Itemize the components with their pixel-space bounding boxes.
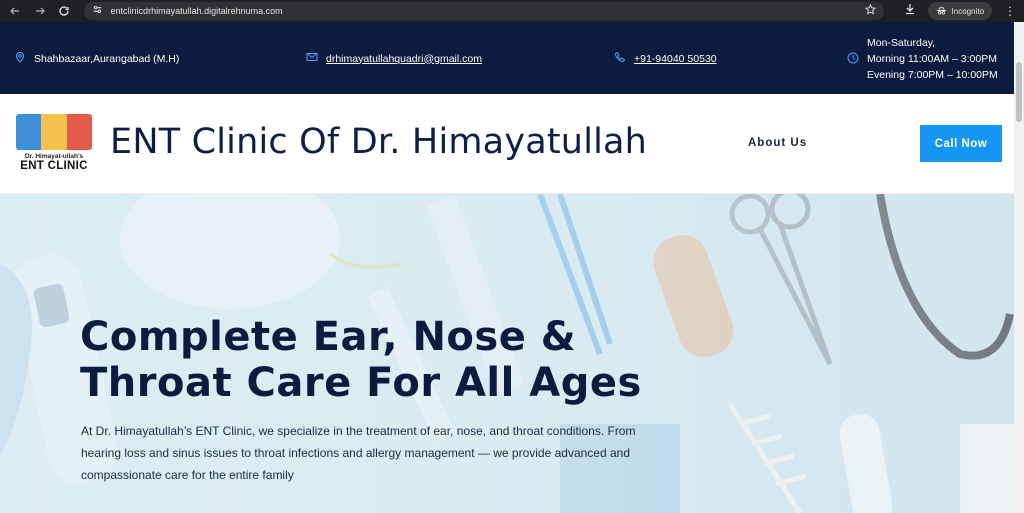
contact-info-bar: Shahbazaar,Aurangabad (M.H) drhimayatull… [0, 22, 1024, 94]
clock-icon [847, 52, 859, 67]
hours-days: Mon-Saturday, [867, 37, 936, 49]
email-link[interactable]: drhimayatullahquadri@gmail.com [326, 53, 482, 65]
scrollbar-thumb[interactable] [1016, 62, 1022, 122]
location-pin-icon [14, 51, 26, 66]
back-icon[interactable] [8, 3, 23, 19]
call-now-button[interactable]: Call Now [920, 125, 1002, 162]
site-info-icon[interactable] [92, 2, 103, 20]
hours-item: Mon-Saturday, Morning 11:00AM – 3:00PM E… [847, 35, 998, 83]
page-scrollbar[interactable] [1014, 22, 1024, 513]
hours-text: Mon-Saturday, Morning 11:00AM – 3:00PM E… [867, 35, 998, 83]
hero-description: At Dr. Himayatullah’s ENT Clinic, we spe… [81, 424, 636, 482]
hero-section: Complete Ear, Nose & Throat Care For All… [0, 194, 1024, 513]
logo-subtitle: Dr. Himayat-ullah's [24, 153, 84, 160]
clinic-logo[interactable]: Dr. Himayat-ullah's ENT CLINIC [15, 114, 93, 176]
url-text: entclinicdrhimayatullah.digitalrehnuma.c… [110, 6, 283, 16]
logo-name: ENT CLINIC [20, 160, 88, 172]
hero-heading: Complete Ear, Nose & Throat Care For All… [80, 314, 700, 406]
incognito-icon [936, 5, 947, 18]
site-header: Dr. Himayat-ullah's ENT CLINIC ENT Clini… [0, 94, 1024, 194]
incognito-label: Incognito [951, 6, 985, 16]
menu-kebab-icon[interactable]: ⋮ [1004, 5, 1016, 17]
logo-graphic [16, 114, 92, 150]
site-title[interactable]: ENT Clinic Of Dr. Himayatullah [110, 122, 647, 162]
address-text: Shahbazaar,Aurangabad (M.H) [34, 52, 180, 65]
address-item: Shahbazaar,Aurangabad (M.H) [14, 51, 179, 66]
bookmark-star-icon[interactable] [864, 2, 876, 20]
envelope-icon [306, 51, 318, 66]
browser-toolbar: entclinicdrhimayatullah.digitalrehnuma.c… [0, 0, 1024, 22]
hours-morning: Morning 11:00AM – 3:00PM [867, 53, 997, 65]
forward-icon[interactable] [33, 3, 48, 19]
nav-about-us[interactable]: About Us [748, 137, 807, 149]
hero-heading-line1: Complete Ear, Nose & [80, 314, 577, 360]
download-icon[interactable] [904, 2, 916, 20]
phone-icon [614, 51, 626, 66]
address-bar[interactable]: entclinicdrhimayatullah.digitalrehnuma.c… [83, 2, 884, 20]
reload-icon[interactable] [57, 3, 72, 19]
phone-link[interactable]: +91-94040 50530 [634, 53, 717, 65]
incognito-badge[interactable]: Incognito [927, 2, 993, 20]
hours-evening: Evening 7:00PM – 10:00PM [867, 69, 998, 81]
phone-item: +91-94040 50530 [614, 51, 717, 66]
email-item: drhimayatullahquadri@gmail.com [306, 51, 482, 66]
hero-heading-line2: Throat Care For All Ages [80, 360, 642, 406]
